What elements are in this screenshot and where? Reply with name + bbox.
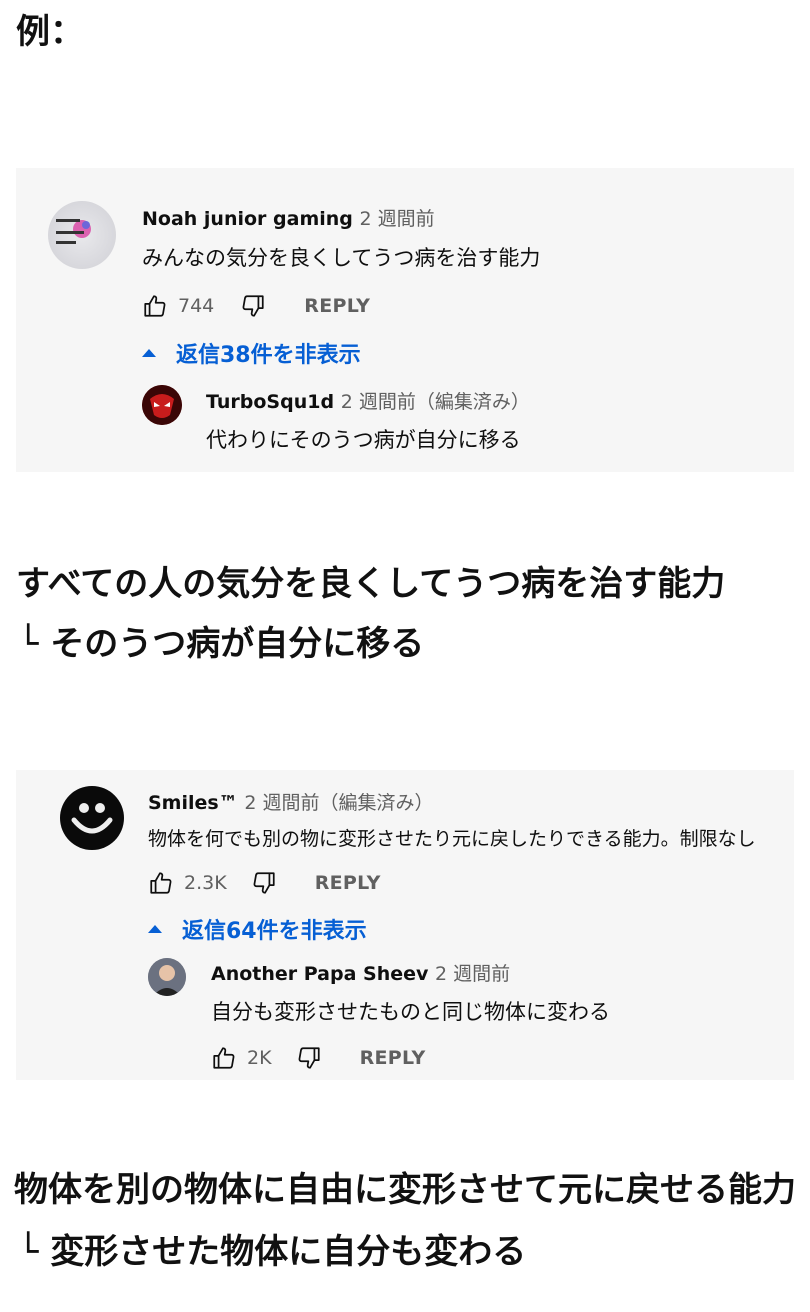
thumb-up-icon[interactable] — [142, 293, 168, 319]
comment-text-2: 物体を何でも別の物に変形させたり元に戻したりできる能力。制限なし — [148, 828, 756, 850]
avatar-turbosqu1d-graphic — [142, 385, 182, 425]
toggle-replies-label[interactable]: 返信64件を非表示 — [182, 913, 367, 945]
author-name[interactable]: TurboSqu1d — [206, 391, 334, 413]
thumb-down-icon[interactable] — [296, 1045, 322, 1071]
summary-main-2: 物体を別の物体に自由に変形させて元に戻せる能力 — [14, 1170, 796, 1210]
toggle-replies-label[interactable]: 返信38件を非表示 — [176, 337, 361, 369]
comment-time[interactable]: 2 週間前（編集済み） — [244, 792, 433, 814]
reply-actions-2: 2K REPLY — [211, 1043, 426, 1073]
caret-up-icon — [148, 925, 162, 933]
like-count: 2.3K — [184, 872, 227, 894]
avatar-smiles-graphic — [71, 803, 113, 834]
reply-author-1[interactable]: TurboSqu1d 2 週間前（編集済み） — [206, 387, 530, 414]
summary-sub-1: └ そのうつ病が自分に移る — [18, 624, 425, 664]
comment-author-2[interactable]: Smiles™ 2 週間前（編集済み） — [148, 788, 433, 815]
reply-button[interactable]: REPLY — [315, 872, 381, 894]
thumb-down-icon[interactable] — [251, 870, 277, 896]
thumb-down-icon[interactable] — [240, 293, 266, 319]
comment-time[interactable]: 2 週間前（編集済み） — [341, 391, 530, 413]
comment-panel-2 — [16, 770, 794, 1080]
reply-text-2: 自分も変形させたものと同じ物体に変わる — [211, 1000, 610, 1024]
summary-sub-2: └ 変形させた物体に自分も変わる — [18, 1232, 527, 1272]
avatar-noah[interactable] — [48, 201, 116, 269]
comment-time[interactable]: 2 週間前 — [435, 963, 510, 985]
reply-text-1: 代わりにそのうつ病が自分に移る — [206, 428, 521, 452]
reply-button[interactable]: REPLY — [304, 295, 370, 317]
author-name[interactable]: Noah junior gaming — [142, 208, 353, 230]
reply-author-2[interactable]: Another Papa Sheev 2 週間前 — [211, 959, 510, 986]
avatar-noah-graphic — [56, 219, 91, 244]
like-count: 2K — [247, 1047, 272, 1069]
caret-up-icon — [142, 349, 156, 357]
comment-actions-1: 744 REPLY — [142, 291, 370, 321]
thumb-up-icon[interactable] — [211, 1045, 237, 1071]
comment-author-1[interactable]: Noah junior gaming 2 週間前 — [142, 204, 435, 231]
author-name[interactable]: Another Papa Sheev — [211, 963, 428, 985]
avatar-another-papa-sheev[interactable] — [148, 958, 186, 996]
toggle-replies-2[interactable]: 返信64件を非表示 — [148, 913, 367, 945]
author-name[interactable]: Smiles™ — [148, 792, 238, 814]
comment-time[interactable]: 2 週間前 — [360, 208, 435, 230]
avatar-papa-sheev-graphic — [148, 958, 186, 996]
reply-button[interactable]: REPLY — [360, 1047, 426, 1069]
summary-main-1: すべての人の気分を良くしてうつ病を治す能力 — [16, 564, 726, 604]
thumb-up-icon[interactable] — [148, 870, 174, 896]
like-count: 744 — [178, 295, 215, 317]
comment-text-1: みんなの気分を良くしてうつ病を治す能力 — [142, 246, 541, 270]
page-heading: 例： — [16, 12, 84, 52]
toggle-replies-1[interactable]: 返信38件を非表示 — [142, 337, 361, 369]
avatar-smiles[interactable] — [60, 786, 124, 850]
comment-actions-2: 2.3K REPLY — [148, 868, 381, 898]
avatar-turbosqu1d[interactable] — [142, 385, 182, 425]
